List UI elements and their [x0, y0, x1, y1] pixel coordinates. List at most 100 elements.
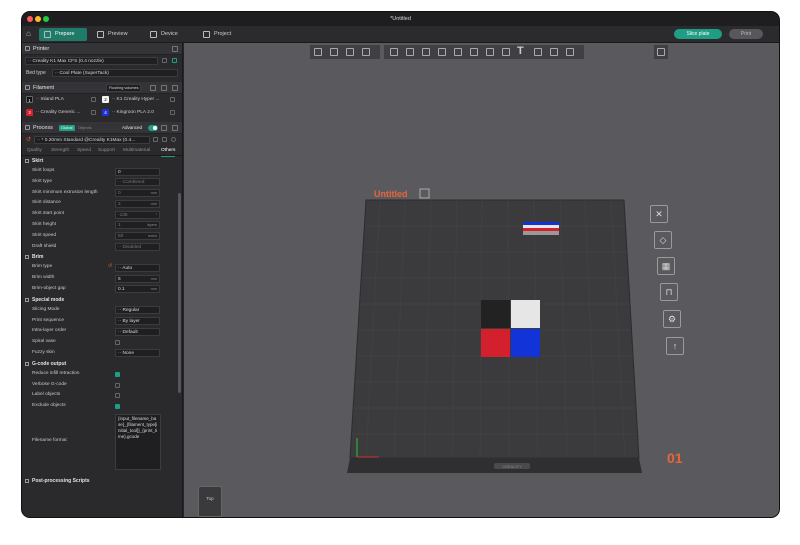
wifi-icon[interactable] — [172, 58, 177, 63]
flat-object-red[interactable] — [523, 228, 559, 231]
reset-icon[interactable]: ↺ — [26, 134, 31, 146]
process-preset-row: ↺ ·· * 0.20mm Standard @Creality K1Max (… — [22, 134, 182, 146]
tab-prepare[interactable]: Prepare — [39, 28, 87, 41]
objects-toggle[interactable]: Objects — [78, 122, 92, 134]
object-blue-tile[interactable] — [511, 329, 540, 357]
edit-icon[interactable] — [170, 110, 175, 115]
lock-plate-icon[interactable]: ⊓ — [660, 283, 678, 301]
brim-icon — [25, 255, 29, 260]
edit-icon[interactable] — [91, 97, 96, 102]
intra-layer-order-select[interactable]: ·· Default — [115, 327, 160, 336]
object-red-tile[interactable] — [481, 329, 510, 357]
sidebar-scrollbar[interactable] — [178, 193, 181, 393]
tab-project[interactable]: Project — [198, 28, 246, 41]
draft-shield-select[interactable]: ·· Disabled — [115, 243, 160, 252]
skirt-speed-input[interactable]: 50 mm/s — [115, 232, 160, 241]
plate-thumbnail[interactable]: Top — [198, 486, 222, 517]
filename-format-input[interactable]: {input_filename_base}_{filament_type[ini… — [115, 413, 161, 470]
fuzzy-skin-select[interactable]: ·· None — [115, 349, 160, 358]
reduce-infill-retraction-checkbox[interactable] — [115, 371, 120, 377]
edit-icon[interactable] — [170, 97, 175, 102]
save-icon[interactable] — [153, 137, 158, 142]
tab-quality[interactable]: Quality — [27, 146, 42, 156]
edit-icon[interactable] — [162, 137, 167, 142]
edit-plate-name-icon[interactable] — [419, 188, 430, 199]
zoom-window-button[interactable] — [43, 16, 49, 22]
filament-4-badge[interactable]: 4 — [102, 109, 109, 116]
home-icon[interactable]: ⌂ — [26, 29, 36, 39]
remove-filament-icon[interactable] — [161, 85, 167, 91]
process-settings-icon[interactable] — [172, 125, 178, 131]
global-toggle[interactable]: Global — [59, 125, 75, 131]
minimize-window-button[interactable] — [35, 16, 41, 22]
tab-support[interactable]: Support — [98, 146, 115, 156]
project-icon — [203, 31, 210, 38]
plate-title: Untitled — [374, 189, 408, 199]
exclude-objects-checkbox[interactable] — [115, 404, 120, 410]
filament-header: Filament Flushing volumes — [22, 82, 182, 94]
spiral-vase-checkbox[interactable] — [115, 340, 120, 346]
arrange-plate-icon[interactable]: ▦ — [657, 257, 675, 275]
skirt-min-extrusion-row: Skirt minimum extrusion length 0 mm — [22, 188, 182, 199]
brim-gap-row: Brim-object gap 0.1 mm — [22, 284, 182, 295]
filament-1-badge[interactable]: 1 — [26, 96, 33, 103]
flat-object-side — [523, 231, 559, 235]
filament-1-select[interactable]: ·· Inland PLA — [36, 94, 64, 106]
move-to-top-icon[interactable]: ↑ — [666, 337, 684, 355]
tab-multimaterial[interactable]: Multimaterial — [123, 146, 150, 156]
3d-viewport[interactable]: T CREALITY Untitled 01 ✕ ◇ ▦ ⊓ ⚙ ↑ Top — [184, 43, 779, 517]
add-filament-icon[interactable] — [150, 85, 156, 91]
plate-settings-icon[interactable]: ⚙ — [663, 310, 681, 328]
brim-width-input[interactable]: 5 mm — [115, 274, 160, 283]
skirt-icon — [25, 159, 29, 163]
filament-4-select[interactable]: ·· Kingroon PLA 2.0 — [112, 107, 154, 119]
print-sequence-select[interactable]: ·· By layer — [115, 317, 160, 326]
skirt-min-extrusion-input[interactable]: 0 mm — [115, 189, 160, 198]
edit-icon[interactable] — [162, 58, 167, 63]
print-button[interactable]: Print — [729, 29, 763, 39]
filament-2-badge[interactable]: 2 — [102, 96, 109, 103]
tab-speed[interactable]: Speed — [77, 146, 91, 156]
collapse-icon[interactable] — [172, 46, 178, 52]
advanced-toggle[interactable] — [148, 125, 158, 131]
flat-object-white[interactable] — [523, 225, 559, 228]
intra-layer-order-row: Intra-layer order ·· Default — [22, 326, 182, 337]
auto-orient-icon[interactable]: ◇ — [654, 231, 672, 249]
flushing-volumes-button[interactable]: Flushing volumes — [106, 84, 141, 92]
slice-plate-button[interactable]: Slice plate — [674, 29, 722, 39]
skirt-type-select[interactable]: ·· Combined — [115, 178, 160, 187]
verbose-gcode-checkbox[interactable] — [115, 382, 120, 388]
bed-type-select[interactable]: ·· Cool Plate (SuperTack) — [52, 69, 178, 77]
object-white-tile[interactable] — [511, 300, 540, 328]
skirt-start-point-input[interactable]: -135 ° — [115, 210, 160, 219]
compare-icon[interactable] — [161, 125, 167, 131]
filament-2-select[interactable]: ·· K1 Creality Hyper ... — [112, 94, 159, 106]
fuzzy-skin-row: Fuzzy skin ·· None — [22, 348, 182, 359]
filament-3-badge[interactable]: 3 — [26, 109, 33, 116]
printer-select[interactable]: ·· Creality K1 Max CFS (0.4 nozzle) — [25, 57, 158, 65]
process-preset-select[interactable]: ·· * 0.20mm Standard @Creality K1Max (0.… — [34, 136, 150, 144]
flat-object-blue[interactable] — [523, 222, 559, 225]
reset-icon[interactable]: ↺ — [108, 262, 112, 273]
edit-icon[interactable] — [91, 110, 96, 115]
search-icon[interactable] — [171, 137, 176, 142]
object-black-tile[interactable] — [481, 300, 510, 328]
brim-section-title: Brim — [22, 252, 182, 262]
brim-gap-input[interactable]: 0.1 mm — [115, 285, 160, 294]
filament-3-select[interactable]: ·· Creality Generic ... — [36, 107, 80, 119]
filament-settings-icon[interactable] — [172, 85, 178, 91]
skirt-loops-input[interactable]: 0 — [115, 167, 160, 176]
tab-preview[interactable]: Preview — [92, 28, 140, 41]
skirt-height-input[interactable]: 1 layers — [115, 221, 160, 230]
build-plate-scene: CREALITY Untitled 01 — [347, 188, 683, 473]
label-objects-checkbox[interactable] — [115, 393, 120, 399]
close-plate-icon[interactable]: ✕ — [650, 205, 668, 223]
slicing-mode-select[interactable]: ·· Regular — [115, 306, 160, 315]
settings-sidebar: Printer ·· Creality K1 Max CFS (0.4 nozz… — [22, 43, 183, 517]
brim-type-select[interactable]: ·· Auto — [115, 263, 160, 272]
close-window-button[interactable] — [27, 16, 33, 22]
tab-strength[interactable]: Strength — [51, 146, 69, 156]
device-icon — [150, 31, 157, 38]
tab-device[interactable]: Device — [145, 28, 193, 41]
skirt-distance-input[interactable]: 2 mm — [115, 199, 160, 208]
